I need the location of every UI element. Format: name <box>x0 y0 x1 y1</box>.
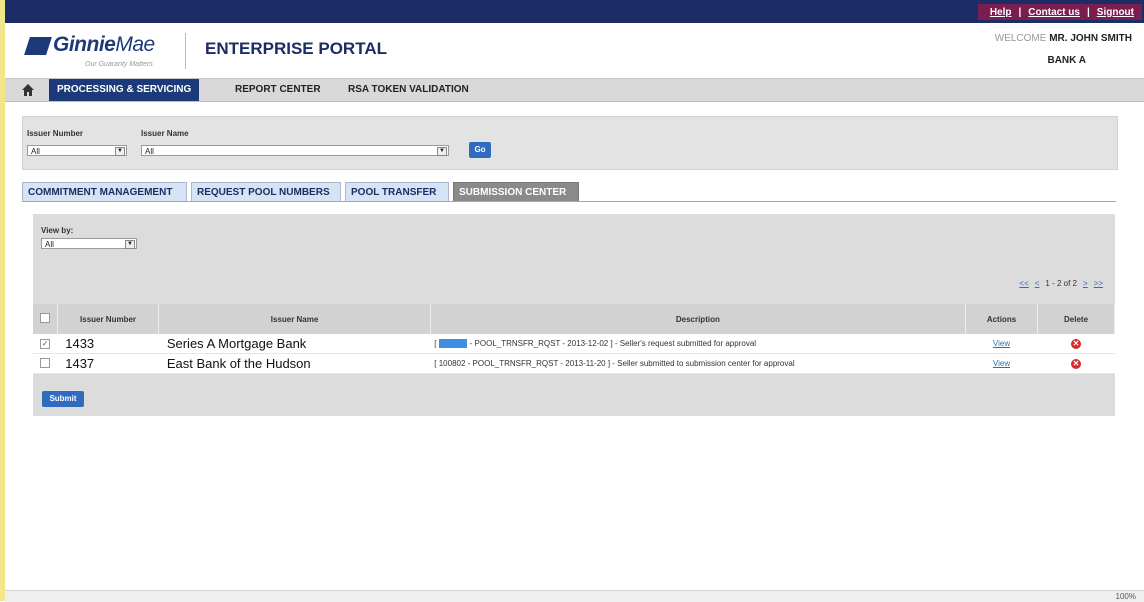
main-nav: PROCESSING & SERVICING REPORT CENTER RSA… <box>5 78 1144 102</box>
row-select-cell: ✓ <box>33 334 58 354</box>
home-icon[interactable] <box>21 83 35 97</box>
portal-title: ENTERPRISE PORTAL <box>205 39 387 58</box>
issuer-filter: Issuer Number All ▼ Issuer Name All ▼ Go <box>22 116 1118 170</box>
welcome-text: WELCOME MR. JOHN SMITH <box>994 33 1132 44</box>
view-link[interactable]: View <box>993 339 1010 348</box>
issuer-number-label: Issuer Number <box>27 129 84 138</box>
last-page-link[interactable]: >> <box>1094 279 1103 288</box>
issuer-name-cell: East Bank of the Hudson <box>158 353 431 374</box>
select-all-checkbox[interactable] <box>39 313 50 323</box>
view-by-label: View by: <box>41 226 74 235</box>
issuer-name-select[interactable]: All ▼ <box>141 145 449 156</box>
issuer-name-label: Issuer Name <box>141 129 189 138</box>
delete-icon[interactable]: ✕ <box>1071 358 1082 369</box>
signout-link[interactable]: Signout <box>1097 7 1134 18</box>
table-row: ✓ 1433 Series A Mortgage Bank [ 100025 -… <box>33 334 1115 354</box>
col-issuer-number[interactable]: Issuer Number <box>57 304 160 334</box>
help-link[interactable]: Help <box>990 7 1012 18</box>
view-by-select[interactable]: All ▼ <box>41 238 137 249</box>
user-name: MR. JOHN SMITH <box>1049 33 1132 44</box>
issuer-name-cell: Series A Mortgage Bank <box>158 334 431 354</box>
submission-table: Issuer Number Issuer Name Description Ac… <box>33 304 1115 374</box>
table-header-row: Issuer Number Issuer Name Description Ac… <box>33 304 1115 334</box>
chevron-down-icon: ▼ <box>437 147 447 156</box>
view-link[interactable]: View <box>993 359 1010 368</box>
tab-underline <box>22 201 1116 202</box>
header-divider <box>185 33 186 69</box>
first-page-link[interactable]: << <box>1019 279 1028 288</box>
zoom-level[interactable]: 100% <box>1116 592 1136 601</box>
col-actions: Actions <box>965 304 1039 334</box>
select-all-cell <box>33 304 58 334</box>
nav-processing-servicing[interactable]: PROCESSING & SERVICING <box>49 79 200 101</box>
utility-links: Help | Contact us | Signout <box>977 4 1142 20</box>
pagination: << < 1 - 2 of 2 > >> <box>1019 279 1103 288</box>
bank-name: BANK A <box>1047 55 1086 66</box>
row-checkbox-checked[interactable]: ✓ <box>40 338 51 349</box>
delete-icon[interactable]: ✕ <box>1071 338 1082 349</box>
nav-rsa-token-validation[interactable]: RSA TOKEN VALIDATION <box>340 79 477 101</box>
nav-report-center[interactable]: REPORT CENTER <box>227 79 329 101</box>
request-id: 100802 <box>438 359 466 368</box>
table-row: 1437 East Bank of the Hudson [ 100802 - … <box>33 353 1115 374</box>
description-cell: [ 100025 - POOL_TRNSFR_RQST - 2013-12-02… <box>430 334 966 354</box>
contact-us-link[interactable]: Contact us <box>1028 7 1080 18</box>
page-range: 1 - 2 of 2 <box>1045 279 1077 288</box>
separator: | <box>1086 6 1090 18</box>
description-cell: [ 100802 - POOL_TRNSFR_RQST - 2013-11-20… <box>430 353 966 374</box>
row-checkbox[interactable] <box>40 357 51 368</box>
actions-cell: View <box>965 334 1038 354</box>
logo-text: GinnieMae <box>53 33 155 56</box>
issuer-number-cell: 1433 <box>57 334 159 354</box>
status-bar: 100% <box>5 590 1144 602</box>
tab-submission-center[interactable]: SUBMISSION CENTER <box>453 182 579 201</box>
col-delete: Delete <box>1037 304 1115 334</box>
col-issuer-name[interactable]: Issuer Name <box>158 304 431 334</box>
go-button[interactable]: Go <box>469 142 491 158</box>
separator: | <box>1018 6 1022 18</box>
delete-cell: ✕ <box>1037 334 1115 354</box>
top-bar: Help | Contact us | Signout <box>5 0 1144 23</box>
ginnie-mae-logo[interactable]: GinnieMae Our Guaranty Matters <box>24 33 167 73</box>
issuer-number-cell: 1437 <box>57 353 159 374</box>
issuer-number-select[interactable]: All ▼ <box>27 145 127 156</box>
tab-commitment-management[interactable]: COMMITMENT MANAGEMENT <box>22 182 187 201</box>
delete-cell: ✕ <box>1037 353 1115 374</box>
submit-button[interactable]: Submit <box>42 391 84 407</box>
prev-page-link[interactable]: < <box>1035 279 1040 288</box>
col-description[interactable]: Description <box>430 304 966 334</box>
request-id-highlight: 100025 <box>438 339 468 348</box>
tab-request-pool-numbers[interactable]: REQUEST POOL NUMBERS <box>191 182 341 201</box>
actions-cell: View <box>965 353 1038 374</box>
next-page-link[interactable]: > <box>1083 279 1088 288</box>
logo-mark-icon <box>24 37 52 55</box>
header: GinnieMae Our Guaranty Matters ENTERPRIS… <box>5 23 1144 78</box>
chevron-down-icon: ▼ <box>125 240 135 249</box>
row-select-cell <box>33 353 58 374</box>
chevron-down-icon: ▼ <box>115 147 125 156</box>
tab-pool-transfer[interactable]: POOL TRANSFER <box>345 182 449 201</box>
logo-tagline: Our Guaranty Matters <box>85 61 153 68</box>
submission-center-panel: View by: All ▼ << < 1 - 2 of 2 > >> Issue… <box>33 214 1115 416</box>
